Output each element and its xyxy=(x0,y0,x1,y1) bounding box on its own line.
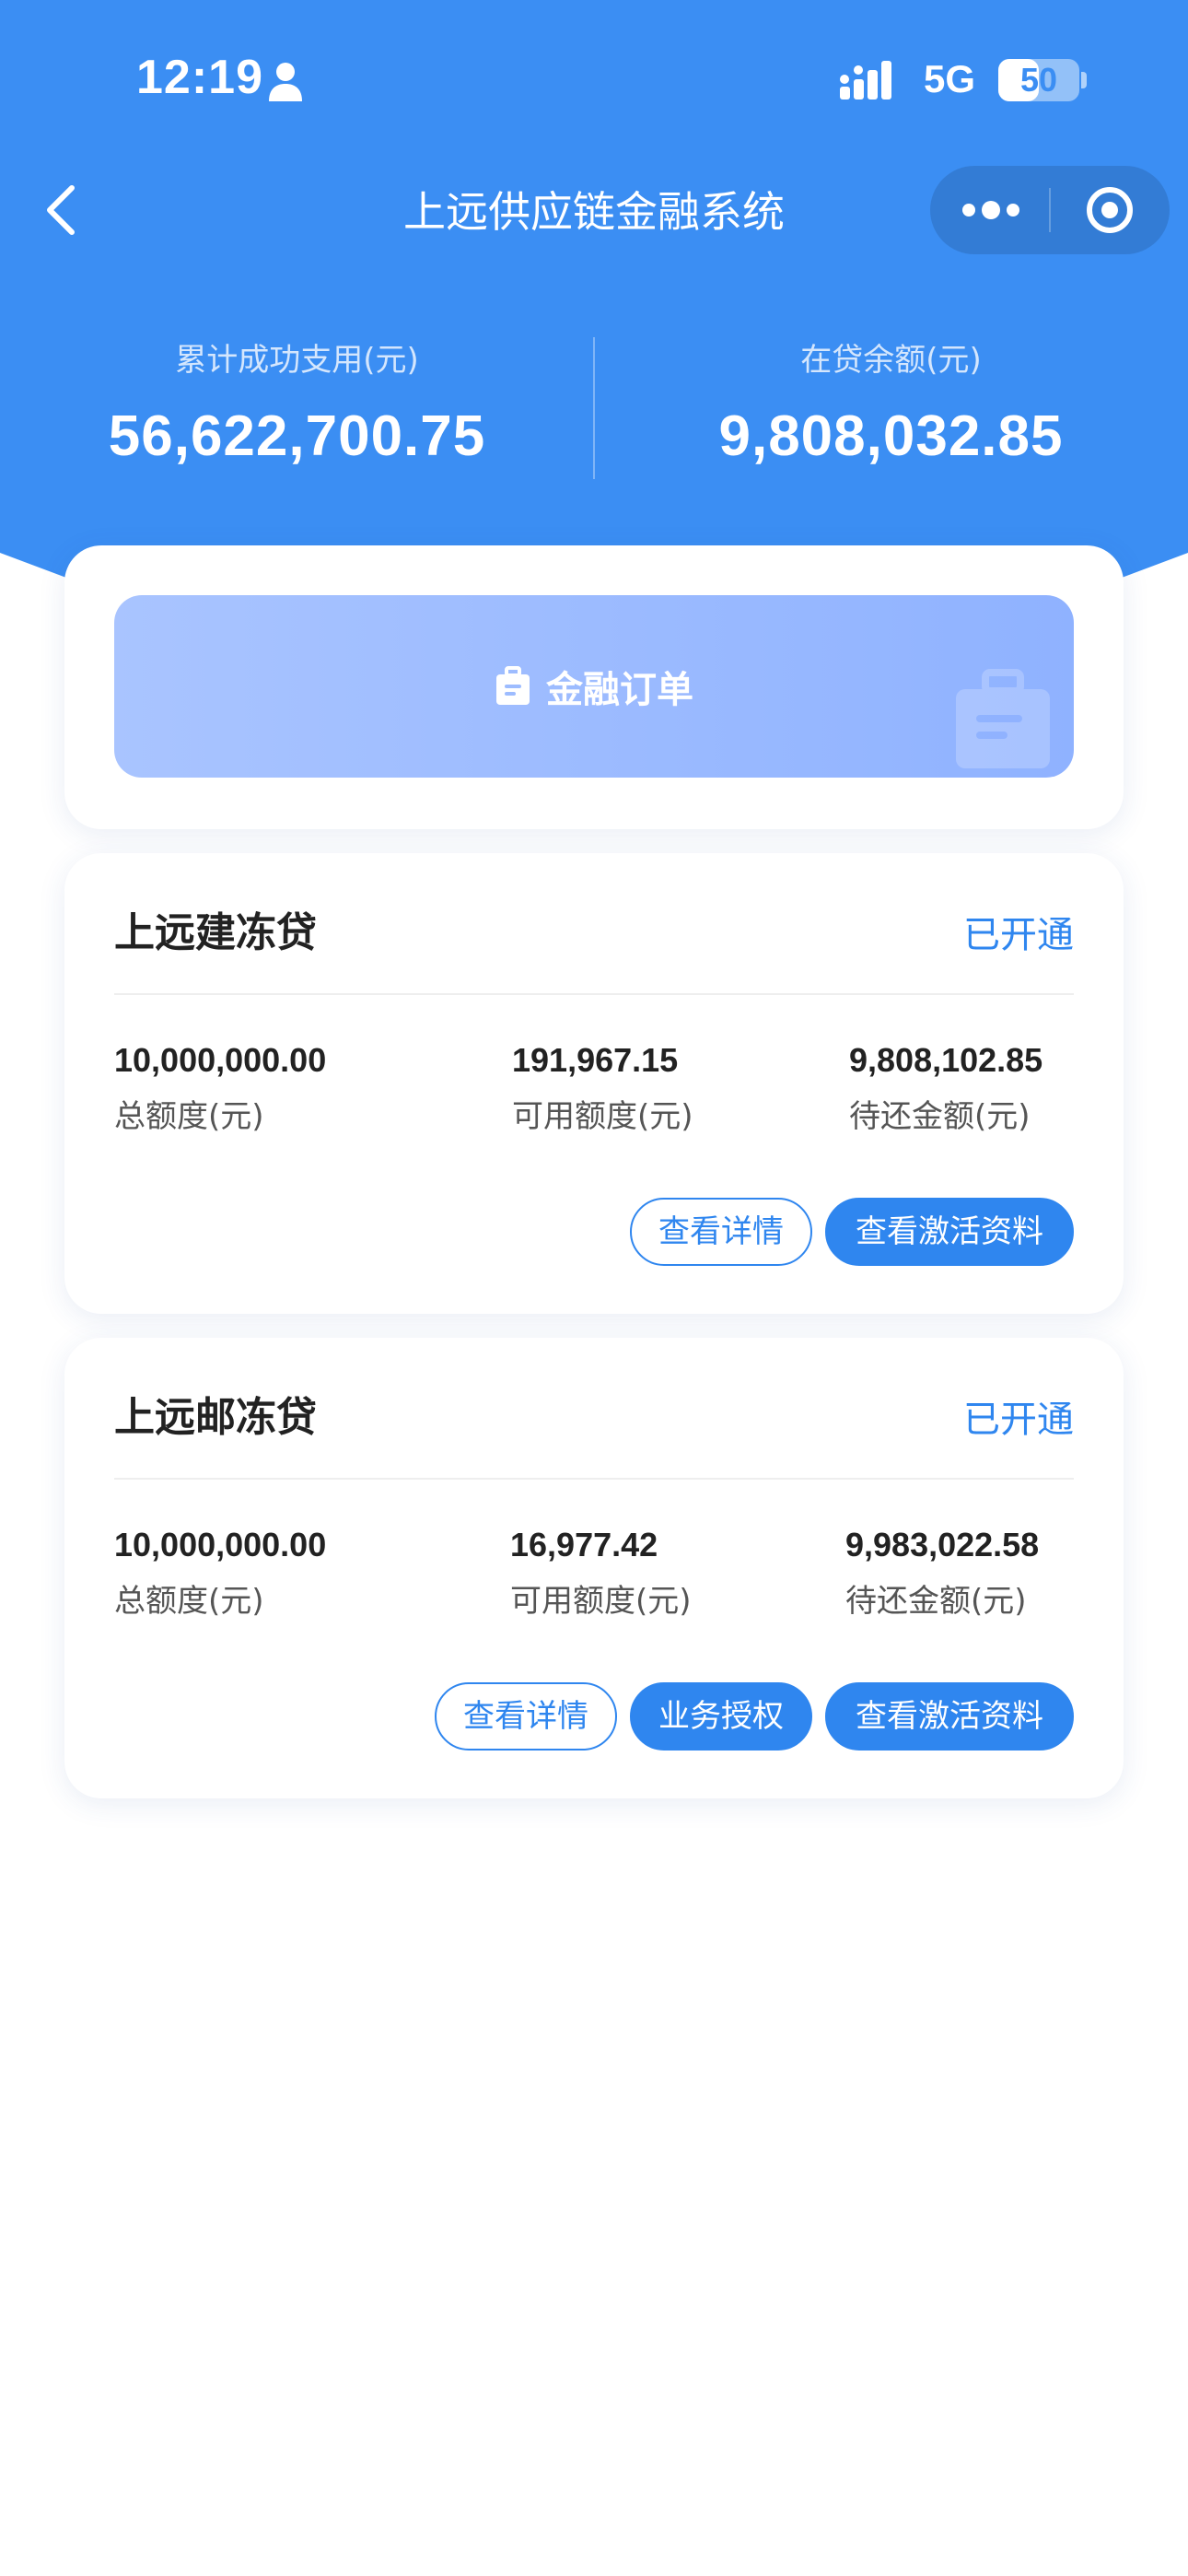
metric-value: 191,967.15 xyxy=(512,1041,679,1079)
target-circle-icon[interactable] xyxy=(1050,166,1170,254)
stat-balance-label: 在贷余额(元) xyxy=(800,342,982,379)
metric-amount-due: 9,983,022.58 待还金额(元) xyxy=(845,1522,1039,1621)
briefcase-icon xyxy=(496,666,530,705)
loan-card-youdong: 上远邮冻贷 已开通 10,000,000.00 总额度(元) 16,977.42… xyxy=(64,1338,1124,1798)
metric-available-limit: 16,977.42 可用额度(元) xyxy=(510,1522,692,1621)
metric-total-limit: 10,000,000.00 总额度(元) xyxy=(114,1037,326,1136)
metric-total-limit: 10,000,000.00 总额度(元) xyxy=(114,1522,326,1621)
metric-value: 16,977.42 xyxy=(510,1526,658,1563)
metric-value: 9,808,102.85 xyxy=(849,1041,1043,1079)
loan-title: 上远建冻贷 xyxy=(114,909,317,956)
mini-program-capsule xyxy=(930,166,1170,254)
stat-outstanding-balance: 在贷余额(元) 9,808,032.85 xyxy=(594,337,1188,469)
financial-order-label: 金融订单 xyxy=(546,669,693,711)
metric-available-limit: 191,967.15 可用额度(元) xyxy=(512,1037,693,1136)
battery-tip xyxy=(1081,72,1087,88)
loan-card-jiandong: 上远建冻贷 已开通 10,000,000.00 总额度(元) 191,967.1… xyxy=(64,853,1124,1314)
metric-label: 总额度(元) xyxy=(114,1583,264,1620)
metric-label: 可用额度(元) xyxy=(510,1583,692,1620)
briefcase-watermark-icon xyxy=(956,669,1050,768)
metric-value: 9,983,022.58 xyxy=(845,1526,1040,1563)
person-icon xyxy=(269,63,302,101)
financial-order-button[interactable]: 金融订单 xyxy=(114,595,1074,778)
view-details-button[interactable]: 查看详情 xyxy=(630,1198,812,1266)
metric-label: 总额度(元) xyxy=(114,1098,264,1135)
stat-balance-value: 9,808,032.85 xyxy=(718,404,1064,468)
order-card: 金融订单 xyxy=(64,545,1124,829)
stat-total-value: 56,622,700.75 xyxy=(108,404,486,468)
metric-label: 待还金额(元) xyxy=(845,1583,1027,1620)
page: 12:19 5G 50 上远供应链金融系统 累计成功支用(元) 56,622,7… xyxy=(0,0,1188,2576)
battery-icon: 50 xyxy=(998,59,1079,101)
battery-text: 50 xyxy=(1019,61,1058,99)
view-details-button[interactable]: 查看详情 xyxy=(435,1682,617,1751)
stat-total-disbursed: 累计成功支用(元) 56,622,700.75 xyxy=(0,337,594,469)
status-time: 12:19 xyxy=(136,51,263,104)
loan-status: 已开通 xyxy=(963,1399,1074,1441)
loan-title: 上远邮冻贷 xyxy=(114,1394,317,1441)
more-dots-icon[interactable] xyxy=(930,166,1050,254)
view-activation-docs-button[interactable]: 查看激活资料 xyxy=(825,1682,1074,1751)
stat-total-label: 累计成功支用(元) xyxy=(175,342,419,379)
order-button-content: 金融订单 xyxy=(114,595,1074,778)
signal-icon xyxy=(840,61,891,100)
metric-label: 可用额度(元) xyxy=(512,1098,693,1135)
divider xyxy=(114,993,1074,995)
loan-status: 已开通 xyxy=(963,914,1074,956)
metric-value: 10,000,000.00 xyxy=(114,1041,327,1079)
view-activation-docs-button[interactable]: 查看激活资料 xyxy=(825,1198,1074,1266)
business-authorization-button[interactable]: 业务授权 xyxy=(630,1682,812,1751)
metric-value: 10,000,000.00 xyxy=(114,1526,327,1563)
metric-amount-due: 9,808,102.85 待还金额(元) xyxy=(849,1037,1042,1136)
metric-label: 待还金额(元) xyxy=(849,1098,1031,1135)
network-label: 5G xyxy=(924,57,976,100)
divider xyxy=(114,1478,1074,1480)
